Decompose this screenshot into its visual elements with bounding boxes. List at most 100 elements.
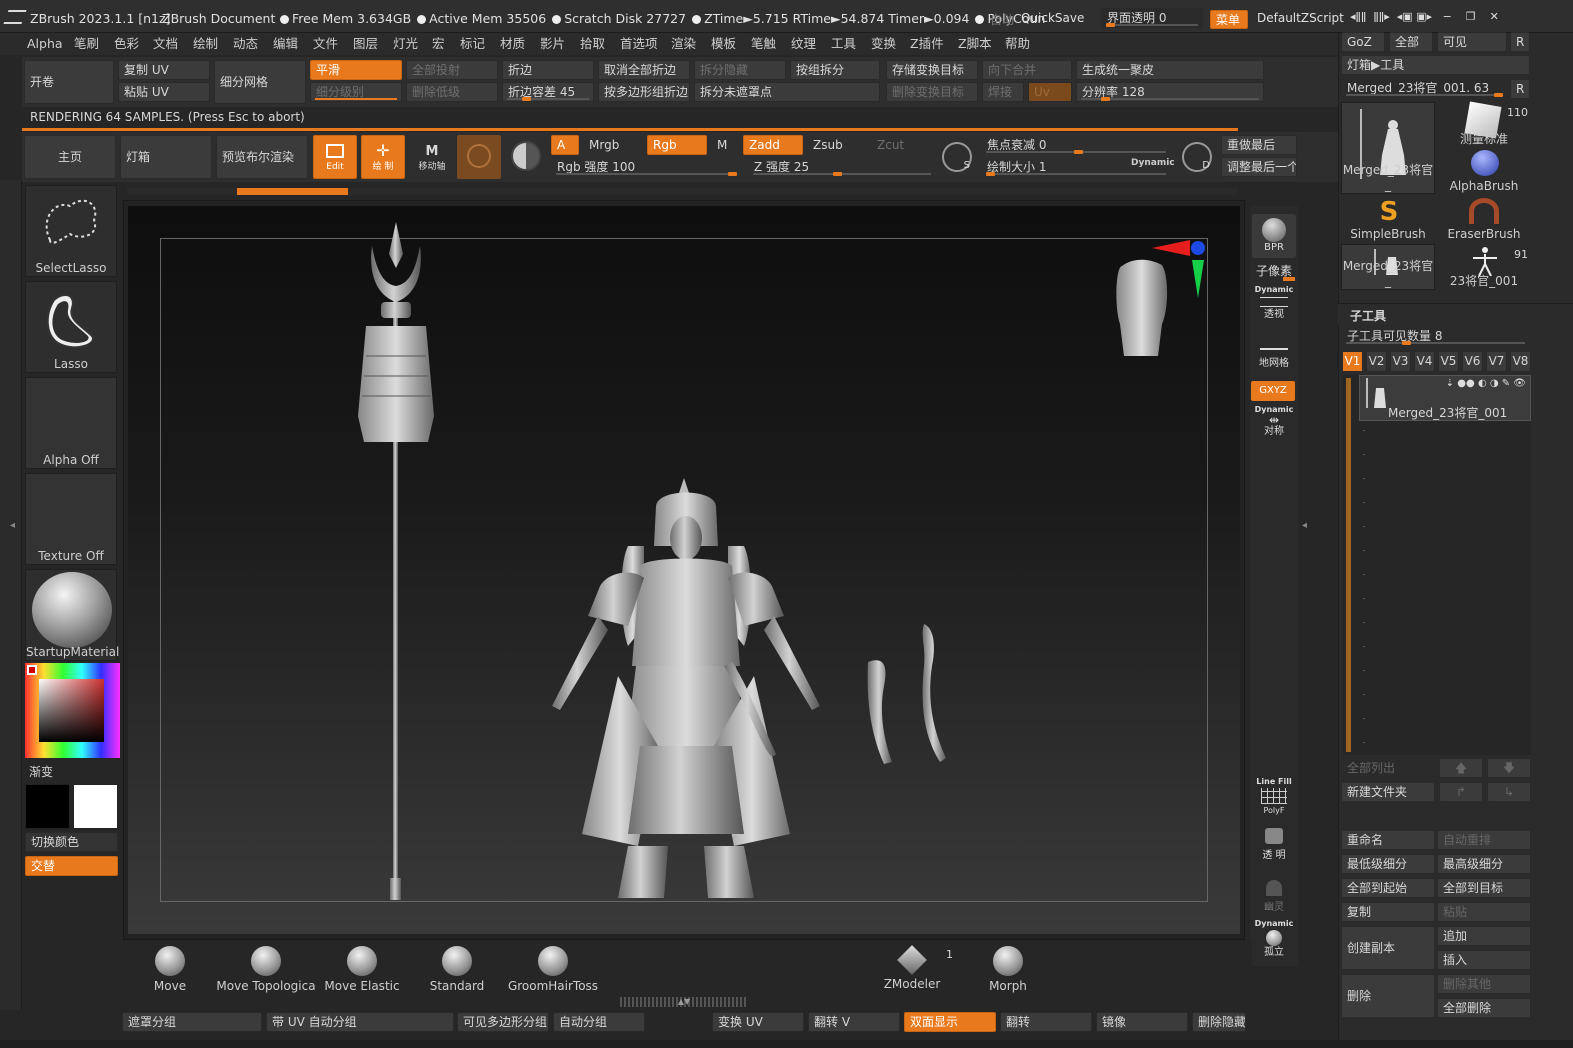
- subtool-item[interactable]: ⇣ ●● ◐ ◑ ✎ 👁 Merged_23将官_001: [1359, 375, 1531, 421]
- tab-v1[interactable]: V1: [1342, 351, 1363, 372]
- double-sided-toggle[interactable]: 双面显示: [904, 1012, 996, 1032]
- close-icon[interactable]: ✕: [1490, 10, 1499, 23]
- delete-other-button[interactable]: 删除其他: [1437, 974, 1531, 994]
- zcut-toggle[interactable]: Zcut: [871, 135, 931, 155]
- crease-button[interactable]: 折边: [502, 60, 594, 80]
- brush-standard[interactable]: Standard: [426, 942, 488, 993]
- duplicate-button[interactable]: 复制: [1341, 902, 1435, 922]
- preview-bpr-button[interactable]: 预览布尔渲染: [216, 135, 308, 179]
- project-all-button[interactable]: 全部投射: [406, 60, 498, 80]
- goz-r-button[interactable]: R: [1510, 32, 1530, 52]
- subdiv-level-slider[interactable]: 细分级别: [310, 82, 402, 102]
- ghost-toggle[interactable]: 幽灵: [1252, 878, 1296, 914]
- lightbox-button[interactable]: 灯箱: [120, 135, 212, 179]
- default-zscript-button[interactable]: DefaultZScript: [1257, 11, 1344, 25]
- floor-button[interactable]: 地网格: [1252, 344, 1296, 374]
- edit-mode-button[interactable]: Edit: [313, 135, 357, 179]
- all-to-target-button[interactable]: 全部到目标: [1437, 878, 1531, 898]
- tray-left-icon[interactable]: ◂ǁǁ: [1350, 10, 1366, 23]
- folder-down-button[interactable]: ↳: [1487, 782, 1531, 802]
- menu-picker[interactable]: 拾取: [580, 33, 605, 55]
- menu-render[interactable]: 渲染: [671, 33, 696, 55]
- tool-thumb-simplebrush[interactable]: S SimpleBrush: [1341, 196, 1435, 242]
- subdivide-grid-button[interactable]: 细分网格: [214, 60, 306, 104]
- xyz-toggle[interactable]: GXYZ: [1251, 381, 1295, 401]
- paste-uv-button[interactable]: 粘贴 UV: [118, 82, 210, 102]
- move-down-button[interactable]: 🡇: [1487, 758, 1531, 778]
- shelf-expand-handle-icon[interactable]: ▲▼: [620, 997, 748, 1007]
- lazy-mouse-icon[interactable]: S: [942, 142, 972, 172]
- append-button[interactable]: 追加: [1437, 926, 1531, 946]
- split-hidden-button[interactable]: 拆分隐藏: [694, 60, 786, 80]
- quicksave-button[interactable]: QuickSave: [1021, 11, 1084, 25]
- menu-zplugin[interactable]: Z插件: [910, 33, 944, 55]
- crease-tolerance-slider[interactable]: 折边容差 45: [502, 82, 594, 102]
- secondary-color-swatch[interactable]: [73, 784, 118, 829]
- tray-right-icon[interactable]: ǁǁ▸: [1373, 10, 1389, 23]
- mirror-button[interactable]: 镜像: [1096, 1012, 1188, 1032]
- menu-button[interactable]: 菜单: [1210, 10, 1248, 29]
- viewport-canvas[interactable]: [128, 206, 1240, 934]
- menu-alpha[interactable]: Alpha: [27, 33, 63, 55]
- menu-edit[interactable]: 编辑: [273, 33, 298, 55]
- goz-visible-button[interactable]: 可见: [1437, 32, 1507, 52]
- generate-polygroup-button[interactable]: 生成统一聚皮: [1076, 60, 1264, 80]
- shelf-scroll-thumb[interactable]: [237, 188, 348, 195]
- transparency-toggle[interactable]: 透 明: [1252, 826, 1296, 862]
- new-folder-button[interactable]: 新建文件夹: [1341, 782, 1435, 802]
- menu-tool[interactable]: 工具: [831, 33, 856, 55]
- paste-button[interactable]: 粘贴: [1437, 902, 1531, 922]
- material-sphere-button[interactable]: [457, 135, 501, 179]
- tab-v8[interactable]: V8: [1510, 351, 1531, 372]
- crease-by-polygroup-button[interactable]: 按多边形组折边: [598, 82, 690, 102]
- draw-mode-button[interactable]: ✛ 绘 制: [361, 135, 405, 179]
- menu-document[interactable]: 文档: [153, 33, 178, 55]
- menu-preferences[interactable]: 首选项: [620, 33, 658, 55]
- goz-all-button[interactable]: 全部: [1389, 32, 1433, 52]
- menu-material[interactable]: 材质: [500, 33, 525, 55]
- adjust-last-button[interactable]: 调整最后一个: [1221, 157, 1297, 177]
- menu-file[interactable]: 文件: [313, 33, 338, 55]
- menu-zscript[interactable]: Z脚本: [958, 33, 992, 55]
- delete-hidden-button[interactable]: 删除隐藏: [1192, 1012, 1246, 1032]
- tool-thumb-measure[interactable]: 110 测量标准: [1437, 101, 1531, 148]
- merge-down-button[interactable]: 向下合并: [982, 60, 1072, 80]
- create-copy-button[interactable]: 创建副本: [1341, 926, 1435, 970]
- group-visible-button[interactable]: 可见多边形分组: [457, 1012, 549, 1032]
- home-button[interactable]: 主页: [24, 135, 116, 179]
- symmetry-button[interactable]: Dynamic ⇹ 对称: [1252, 404, 1296, 444]
- brush-morph[interactable]: Morph: [980, 942, 1036, 993]
- weld-button[interactable]: 焊接: [982, 82, 1024, 102]
- menu-marker[interactable]: 标记: [460, 33, 485, 55]
- delete-lower-button[interactable]: 删除低级: [406, 82, 498, 102]
- delete-button[interactable]: 删除: [1341, 974, 1435, 1018]
- all-to-start-button[interactable]: 全部到起始: [1341, 878, 1435, 898]
- alternate-button[interactable]: 交替: [25, 856, 118, 876]
- uncrease-all-button[interactable]: 取消全部折边: [598, 60, 690, 80]
- m-toggle[interactable]: M: [711, 135, 739, 155]
- layout2-icon[interactable]: ▣▸: [1416, 10, 1432, 23]
- menu-transform[interactable]: 变换: [871, 33, 896, 55]
- menu-stencil[interactable]: 模板: [711, 33, 736, 55]
- subpixel-slider-knob[interactable]: [1283, 277, 1295, 281]
- menu-light[interactable]: 灯光: [393, 33, 418, 55]
- subtool-title[interactable]: 子工具: [1350, 307, 1386, 324]
- menu-layer[interactable]: 图层: [353, 33, 378, 55]
- zadd-toggle[interactable]: Zadd: [743, 135, 803, 155]
- dynamic-size-label[interactable]: Dynamic: [1131, 158, 1175, 168]
- focal-shift-slider[interactable]: 焦点衰减 0: [981, 135, 1171, 155]
- subtool-scroll-thumb[interactable]: [1346, 378, 1351, 752]
- polyframe-button[interactable]: Line Fill PolyF: [1252, 776, 1296, 816]
- tool-thumb-alphabrush[interactable]: AlphaBrush: [1437, 148, 1531, 194]
- menu-movie[interactable]: 影片: [540, 33, 565, 55]
- tab-v4[interactable]: V4: [1414, 351, 1435, 372]
- brush-move[interactable]: Move: [148, 942, 192, 993]
- menu-dynamics[interactable]: 动态: [233, 33, 258, 55]
- list-all-button[interactable]: 全部列出: [1341, 758, 1435, 778]
- menu-stroke[interactable]: 笔触: [751, 33, 776, 55]
- insert-button[interactable]: 插入: [1437, 950, 1531, 970]
- delete-morph-button[interactable]: 删除变换目标: [886, 82, 978, 102]
- solo-toggle[interactable]: Dynamic 孤立: [1252, 918, 1296, 958]
- brush-move-topological[interactable]: Move Topologica: [216, 942, 316, 993]
- flip-v-button[interactable]: 翻转 V: [808, 1012, 900, 1032]
